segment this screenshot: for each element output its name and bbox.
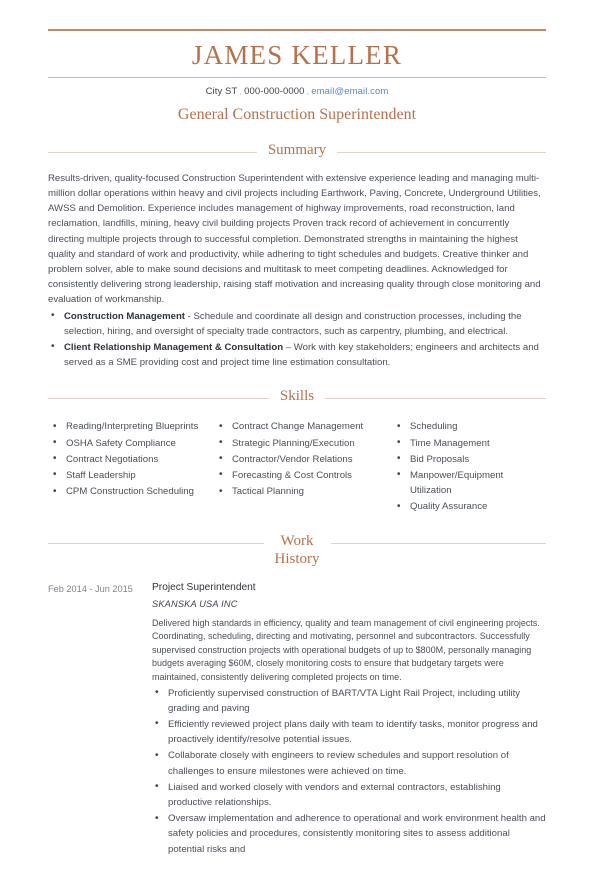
job-company: SKANSKA USA INC xyxy=(152,598,238,609)
list-item: OSHA Safety Compliance xyxy=(50,435,202,451)
skills-section: Skills Reading/Interpreting Blueprints O… xyxy=(48,387,546,514)
list-item: Staff Leadership xyxy=(50,467,202,483)
contact-line: City ST, 000-000-0000, email@email.com xyxy=(48,78,546,97)
list-item: Contract Negotiations xyxy=(50,451,202,467)
skills-section-heading: Skills xyxy=(48,387,546,405)
skills-columns: Reading/Interpreting Blueprints OSHA Saf… xyxy=(48,405,546,514)
resume-page: JAMES KELLER City ST, 000-000-0000, email@… xyxy=(0,29,594,870)
summary-paragraph: Results-driven, quality-focused Construc… xyxy=(48,172,541,306)
summary-bullet-lead: Construction Management xyxy=(64,310,185,322)
summary-bullet-lead: Client Relationship Management & Consult… xyxy=(64,341,284,353)
list-item: Proficiently supervised construction of … xyxy=(152,685,546,716)
list-item: Scheduling xyxy=(394,419,546,434)
list-item: CPM Construction Scheduling xyxy=(50,484,202,499)
skills-column-1: Reading/Interpreting Blueprints OSHA Saf… xyxy=(48,418,202,514)
job-date-range: Feb 2014 - Jun 2015 xyxy=(48,583,133,594)
skills-section-title: Skills xyxy=(279,388,315,405)
list-item: Collaborate closely with engineers to re… xyxy=(152,748,546,778)
job-description: Delivered high standards in efficiency, … xyxy=(152,617,540,682)
skills-column-2: Contract Change Management Strategic Pla… xyxy=(202,418,368,514)
list-item: Quality Assurance xyxy=(394,499,546,514)
professional-headline: General Construction Superintendent xyxy=(177,105,417,123)
list-item: Forecasting & Cost Controls xyxy=(216,467,368,483)
list-item: Manpower/Equipment Utilization xyxy=(394,467,546,498)
list-item: Efficiently reviewed project plans daily… xyxy=(152,716,546,747)
job-details: Project Superintendent SKANSKA USA INC D… xyxy=(152,581,546,857)
list-item: Time Management xyxy=(394,435,546,451)
job-title: Project Superintendent xyxy=(152,581,256,593)
list-item: Reading/Interpreting Blueprints xyxy=(50,419,202,434)
work-history-section-title: Work History xyxy=(274,532,320,567)
section-rule-left xyxy=(48,542,264,544)
list-item: Strategic Planning/Execution xyxy=(216,435,368,451)
section-rule-left xyxy=(48,398,269,400)
section-rule-right xyxy=(330,542,546,544)
skills-column-3: Scheduling Time Management Bid Proposals… xyxy=(368,418,546,514)
summary-section-heading: Summary xyxy=(48,141,546,159)
contact-location: City ST xyxy=(205,85,238,97)
list-item: Liaised and worked closely with vendors … xyxy=(152,779,546,810)
list-item: Contractor/Vendor Relations xyxy=(216,451,368,467)
list-item: Tactical Planning xyxy=(216,484,368,499)
contact-email-link[interactable]: email@email.com xyxy=(311,86,388,97)
work-history-entry: Feb 2014 - Jun 2015 Project Superintende… xyxy=(48,568,546,857)
work-history-section: Work History Feb 2014 - Jun 2015 Project… xyxy=(48,532,546,857)
list-item: Oversaw implementation and adherence to … xyxy=(152,811,546,857)
summary-section: Summary Results-driven, quality-focused … xyxy=(48,141,546,371)
list-item: Client Relationship Management & Consult… xyxy=(48,339,546,370)
list-item: Bid Proposals xyxy=(394,451,546,467)
section-rule-right xyxy=(325,398,546,400)
job-bullet-list: Proficiently supervised construction of … xyxy=(152,685,546,857)
list-item: Contract Change Management xyxy=(216,419,368,434)
list-item: Construction Management - Schedule and c… xyxy=(48,308,546,339)
summary-bullet-list: Construction Management - Schedule and c… xyxy=(48,308,546,371)
contact-phone: 000-000-0000 xyxy=(244,85,305,97)
section-rule-left xyxy=(48,151,257,153)
resume-header: JAMES KELLER City ST, 000-000-0000, email@… xyxy=(48,29,546,124)
work-history-section-heading: Work History xyxy=(48,532,546,568)
summary-section-title: Summary xyxy=(267,141,327,158)
candidate-name: JAMES KELLER xyxy=(191,40,403,70)
section-rule-right xyxy=(337,151,546,153)
